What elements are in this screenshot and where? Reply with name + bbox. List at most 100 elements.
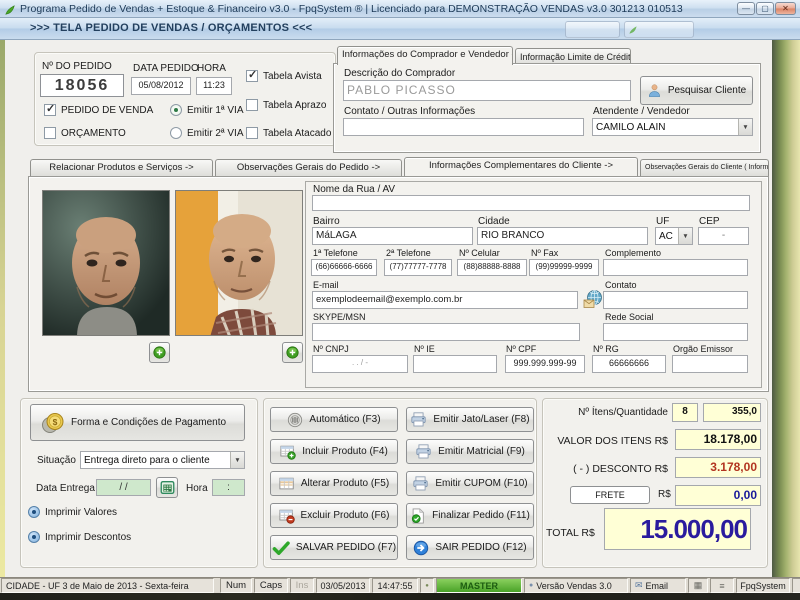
cpf-field[interactable]: 999.999.999-99 — [505, 355, 585, 373]
excluir-produto-button[interactable]: Excluir Produto (F6) — [270, 503, 398, 528]
rg-field[interactable]: 66666666 — [592, 355, 666, 373]
order-time-field[interactable]: 11:23 — [196, 77, 232, 95]
uf-combo[interactable]: AC ▼ — [655, 227, 693, 245]
tel2-label: 2ª Telefone — [386, 248, 431, 258]
tabela-aprazo-row: Tabela Aprazo — [246, 99, 326, 111]
descricao-comprador-field[interactable]: PABLO PICASSO — [343, 80, 631, 101]
add-photo-1-button[interactable] — [149, 342, 170, 363]
email-field[interactable]: exemplodeemail@exemplo.com.br — [312, 291, 578, 309]
itens-value-box: 8 — [672, 403, 698, 422]
tabela-avista-checkbox[interactable] — [246, 68, 258, 82]
bairro-field[interactable]: MáLAGA — [312, 227, 473, 245]
emitir-2via-label: Emitir 2ª VIA — [187, 127, 244, 139]
printer-icon — [410, 412, 427, 427]
sair-pedido-button[interactable]: SAIR PEDIDO (F12) — [406, 535, 534, 560]
status-master-badge: MASTER — [436, 578, 522, 593]
finalizar-pedido-button[interactable]: Finalizar Pedido (F11) — [406, 503, 534, 528]
ie-label: Nº IE — [414, 344, 435, 354]
emitir-jato-button[interactable]: Emitir Jato/Laser (F8) — [406, 407, 534, 432]
skype-field[interactable] — [312, 323, 580, 341]
quantidade-value-box: 355,0 — [703, 403, 761, 422]
alterar-produto-button[interactable]: Alterar Produto (F5) — [270, 471, 398, 496]
cep-field[interactable]: - — [698, 227, 749, 245]
screen-title: >>> TELA PEDIDO DE VENDAS / ORÇAMENTOS <… — [30, 22, 313, 34]
tabela-aprazo-checkbox[interactable] — [246, 99, 258, 111]
order-date-label: DATA PEDIDO — [133, 63, 199, 74]
orgao-label: Orgão Emissor — [673, 344, 734, 354]
order-number-field[interactable]: 18056 — [40, 74, 124, 97]
tel2-field[interactable]: (77)77777-7778 — [384, 259, 452, 276]
ie-field[interactable] — [413, 355, 497, 373]
pesquisar-cliente-button[interactable]: Pesquisar Cliente — [640, 76, 753, 105]
hora-entrega-field[interactable]: : — [212, 479, 245, 496]
status-caps: Caps — [254, 578, 288, 593]
pedido-venda-checkbox[interactable] — [44, 102, 56, 116]
contato-field[interactable] — [603, 291, 748, 309]
rede-social-field[interactable] — [603, 323, 748, 341]
toolbar-ghost-button-1[interactable] — [565, 21, 620, 38]
status-ins: Ins — [290, 578, 314, 593]
status-location: CIDADE - UF 3 de Maio de 2013 - Sexta-fe… — [1, 578, 214, 593]
incluir-produto-button[interactable]: Incluir Produto (F4) — [270, 439, 398, 464]
close-button[interactable]: ✕ — [775, 2, 796, 15]
uf-label: UF — [656, 216, 670, 227]
incluir-produto-label: Incluir Produto (F4) — [302, 446, 388, 457]
atendente-label: Atendente / Vendedor — [593, 106, 690, 117]
calendar-button[interactable] — [156, 477, 178, 498]
status-menu-icon-seg[interactable]: ≡ — [710, 578, 734, 593]
total-value-box: 15.000,00 — [604, 508, 751, 550]
cidade-field[interactable]: RIO BRANCO — [477, 227, 648, 245]
tabela-atacado-checkbox[interactable] — [246, 127, 258, 139]
cep-label: CEP — [699, 216, 720, 227]
tab-comprador-vendedor[interactable]: Informações do Comprador e Vendedor -> — [337, 46, 513, 65]
rua-field[interactable] — [312, 195, 750, 211]
data-entrega-field[interactable]: / / — [96, 479, 151, 496]
add-photo-2-button[interactable] — [282, 342, 303, 363]
status-email[interactable]: ✉ Email — [630, 578, 686, 593]
forma-pagamento-button[interactable]: $ Forma e Condições de Pagamento — [30, 404, 245, 441]
orgao-field[interactable] — [672, 355, 748, 373]
via1-row: Emitir 1ª VIA — [170, 104, 244, 116]
contato-label: Contato — [605, 280, 637, 290]
imprimir-valores-radio[interactable] — [28, 506, 40, 518]
situacao-combo[interactable]: Entrega direto para o cliente ▼ — [80, 451, 245, 469]
emitir-2via-radio[interactable] — [170, 127, 182, 139]
salvar-pedido-button[interactable]: SALVAR PEDIDO (F7) — [270, 535, 398, 560]
send-email-icon[interactable] — [583, 289, 603, 309]
status-versao: ● Versão Vendas 3.0 — [524, 578, 628, 593]
contato-outras-field[interactable] — [343, 118, 584, 136]
cidade-label: Cidade — [478, 216, 510, 227]
complemento-field[interactable] — [603, 259, 748, 276]
emitir-cupom-button[interactable]: Emitir CUPOM (F10) — [406, 471, 534, 496]
orcamento-checkbox[interactable] — [44, 127, 56, 139]
atendente-combo[interactable]: CAMILO ALAIN ▼ — [592, 118, 753, 136]
cnpj-field[interactable]: . . / - — [312, 355, 408, 373]
status-grid-icon-seg[interactable]: ▦ — [688, 578, 708, 593]
tab-relacionar-produtos[interactable]: Relacionar Produtos e Serviços -> — [30, 159, 213, 176]
frete-button[interactable]: FRETE — [570, 486, 650, 504]
toolbar-ghost-button-2[interactable] — [624, 21, 694, 38]
tab-info-complementares[interactable]: Informações Complementares do Cliente -> — [404, 157, 638, 176]
maximize-button[interactable]: ▢ — [756, 2, 774, 15]
coins-icon: $ — [41, 412, 65, 434]
celular-field[interactable]: (88)88888-8888 — [457, 259, 527, 276]
check-icon — [272, 540, 290, 555]
orcamento-label: ORÇAMENTO — [61, 127, 126, 139]
order-date-field[interactable]: 05/08/2012 — [131, 77, 191, 95]
imprimir-descontos-radio[interactable] — [28, 531, 40, 543]
emitir-jato-label: Emitir Jato/Laser (F8) — [433, 414, 530, 425]
automatico-button[interactable]: Automático (F3) — [270, 407, 398, 432]
status-indicator-icon: ● — [420, 578, 434, 593]
tabela-avista-row: Tabela Avista — [246, 68, 322, 82]
desconto-box: 3.178,00 — [675, 457, 761, 478]
tab-observacoes-cliente[interactable]: Observações Gerais do Cliente ( Informaç… — [640, 159, 769, 176]
tab-observacoes-pedido[interactable]: Observações Gerais do Pedido -> — [215, 159, 402, 176]
fax-field[interactable]: (99)99999-9999 — [529, 259, 599, 276]
minimize-button[interactable]: — — [737, 2, 755, 15]
tel1-field[interactable]: (66)66666-6666 — [311, 259, 377, 276]
imprimir-descontos-row: Imprimir Descontos — [28, 531, 131, 543]
cpf-label: Nº CPF — [506, 344, 537, 354]
valor-itens-label: VALOR DOS ITENS R$ — [557, 435, 668, 447]
emitir-matricial-button[interactable]: Emitir Matricial (F9) — [406, 439, 534, 464]
emitir-1via-radio[interactable] — [170, 104, 182, 116]
